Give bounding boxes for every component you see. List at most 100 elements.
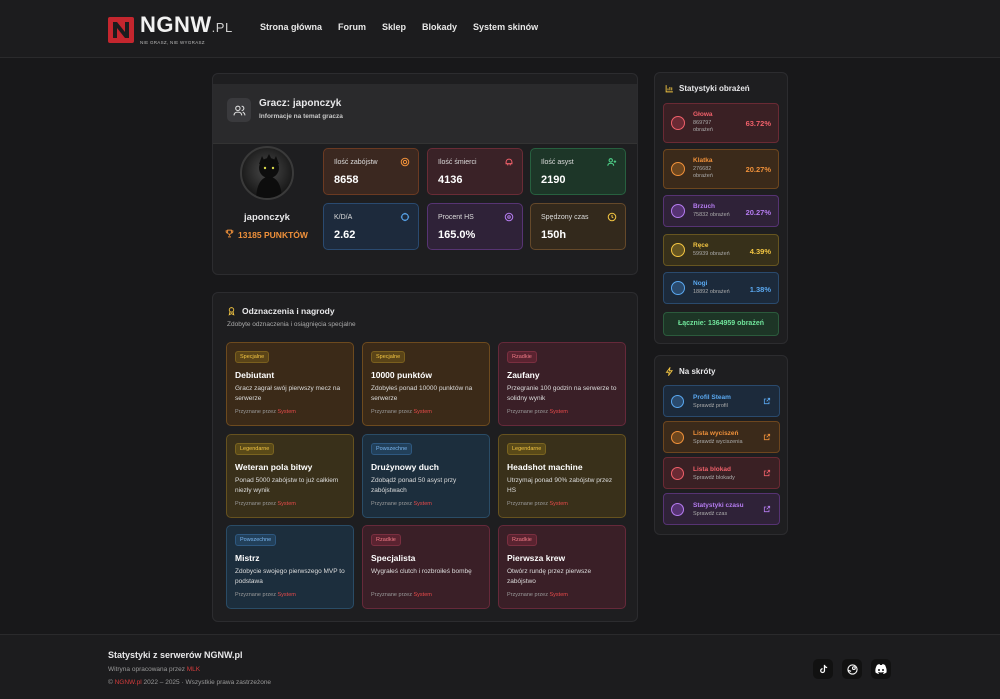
badge-title: Weteran pola bitwy — [235, 462, 313, 472]
shortcut-sub: Sprawdź profil — [693, 403, 728, 409]
stat-time: Spędzony czas 150h — [530, 203, 626, 250]
stat-kills: Ilość zabójstw 8658 — [323, 148, 419, 195]
badge-desc: Wygrałeś clutch i rozbroiłeś bombę — [371, 568, 472, 575]
logo-tagline: NIE GRASZ, NIE WYGRASZ — [140, 40, 205, 45]
stat-label: Ilość zabójstw — [334, 159, 378, 166]
lightning-icon — [665, 367, 674, 376]
badge-desc: Zdobyłeś ponad 10000 punktów na serwerze — [371, 385, 473, 402]
badge-card[interactable]: Powszechne Mistrz Zdobycie swojego pierw… — [226, 525, 354, 609]
badge-title: Specjalista — [371, 553, 416, 563]
badge-card[interactable]: Specjalne 10000 punktów Zdobyłeś ponad 1… — [362, 342, 490, 426]
discord-icon[interactable] — [871, 659, 891, 679]
damage-legs: Nogi 18892 obrażeń 1.38% — [663, 272, 779, 304]
logo-brand: NGNW — [140, 12, 212, 37]
user-plus-icon — [607, 158, 617, 166]
badge-card[interactable]: Rzadkie Pierwsza krew Otwórz rundę przez… — [498, 525, 626, 609]
player-name: japonczyk — [244, 212, 290, 223]
badges-subtitle: Zdobyte odznaczenia i osiągnięcia specja… — [227, 321, 356, 328]
badge-card[interactable]: Legendarne Headshot machine Utrzymaj pon… — [498, 434, 626, 518]
shortcut-mutes[interactable]: Lista wyciszeń Sprawdź wyciszenia — [663, 421, 780, 453]
head-icon — [671, 116, 685, 130]
damage-count: 276682 obrażeń — [693, 166, 713, 179]
damage-name: Głowa — [693, 111, 713, 118]
badge-awarded-by: Przyznane przez System — [235, 592, 296, 598]
nav-home[interactable]: Strona główna — [260, 22, 322, 32]
badge-tag: Rzadkie — [371, 534, 401, 546]
badge-tag: Powszechne — [371, 443, 413, 455]
damage-name: Nogi — [693, 280, 708, 287]
stat-kda: K/D/A 2.62 — [323, 203, 419, 250]
badge-card[interactable]: Rzadkie Zaufany Przegranie 100 godzin na… — [498, 342, 626, 426]
badges-panel: Odznaczenia i nagrody Zdobyte odznaczeni… — [212, 292, 638, 622]
nav-skins[interactable]: System skinów — [473, 22, 538, 32]
player-title: Gracz: japonczyk — [259, 98, 342, 109]
badge-card[interactable]: Rzadkie Specjalista Wygrałeś clutch i ro… — [362, 525, 490, 609]
steam-icon — [671, 395, 684, 408]
bar-chart-icon — [665, 85, 673, 93]
stat-value: 150h — [541, 229, 567, 241]
badge-awarded-by: Przyznane przez System — [371, 592, 432, 598]
damage-count: 59939 obrażeń — [693, 251, 730, 257]
damage-arms: Ręce 59939 obrażeń 4.39% — [663, 234, 779, 266]
tiktok-icon[interactable] — [813, 659, 833, 679]
damage-name: Brzuch — [693, 203, 716, 210]
badge-desc: Zdobądź ponad 50 asyst przy zabójstwach — [371, 477, 457, 494]
steam-icon[interactable] — [842, 659, 862, 679]
stat-label: K/D/A — [334, 214, 353, 221]
nav-forum[interactable]: Forum — [338, 22, 366, 32]
nav-shop[interactable]: Sklep — [382, 22, 406, 32]
stat-assists: Ilość asyst 2190 — [530, 148, 626, 195]
damage-name: Klatka — [693, 157, 713, 164]
shortcut-time-stats[interactable]: Statystyki czasu Sprawdź czas — [663, 493, 780, 525]
author-link[interactable]: MLK — [187, 666, 200, 673]
player-subtitle: Informacje na temat gracza — [259, 113, 343, 120]
shortcut-title: Lista blokad — [693, 466, 731, 473]
badge-card[interactable]: Powszechne Drużynowy duch Zdobądź ponad … — [362, 434, 490, 518]
legs-icon — [671, 281, 685, 295]
badge-tag: Legendarne — [507, 443, 547, 455]
shortcut-steam-profile[interactable]: Profil Steam Sprawdź profil — [663, 385, 780, 417]
badge-desc: Otwórz rundę przez pierwsze zabójstwo — [507, 568, 592, 585]
users-icon — [227, 98, 251, 122]
logo-suffix: .PL — [211, 20, 233, 35]
badge-card[interactable]: Specjalne Debiutant Gracz zagrał swój pi… — [226, 342, 354, 426]
external-link-icon — [763, 397, 771, 405]
points-value: 13185 PUNKTÓW — [238, 229, 308, 240]
badge-desc: Utrzymaj ponad 90% zabójstw przez HS — [507, 477, 613, 494]
clock-icon — [607, 212, 617, 222]
logo-icon — [108, 16, 134, 43]
shortcut-sub: Sprawdź czas — [693, 511, 728, 517]
badge-tag: Legendarne — [235, 443, 275, 455]
badge-card[interactable]: Legendarne Weteran pola bitwy Ponad 5000… — [226, 434, 354, 518]
badge-desc: Gracz zagrał swój pierwszy mecz na serwe… — [235, 385, 341, 402]
damage-stomach: Brzuch 75832 obrażeń 20.27% — [663, 195, 779, 227]
footer-copyright: © NGNW.pl 2022 – 2025 · Wszystkie prawa … — [108, 679, 272, 686]
stat-value: 4136 — [438, 174, 463, 186]
damage-title: Statystyki obrażeń — [665, 84, 750, 93]
damage-count: 869797 obrażeń — [693, 120, 713, 133]
badge-desc: Ponad 5000 zabójstw to już całkiem niezł… — [235, 477, 339, 494]
site-header: NGNW.PL NIE GRASZ, NIE WYGRASZ Strona gł… — [0, 0, 1000, 58]
site-logo[interactable]: NGNW.PL NIE GRASZ, NIE WYGRASZ — [108, 14, 233, 45]
badge-awarded-by: Przyznane przez System — [235, 501, 296, 507]
crosshair-icon — [400, 157, 410, 167]
badges-title: Odznaczenia i nagrody — [227, 306, 335, 316]
stat-hs: Procent HS 165.0% — [427, 203, 523, 250]
stat-deaths: Ilość śmierci 4136 — [427, 148, 523, 195]
shortcut-sub: Sprawdź blokady — [693, 475, 735, 481]
stomach-icon — [671, 204, 685, 218]
external-link-icon — [763, 505, 771, 513]
main-nav: Strona główna Forum Sklep Blokady System… — [260, 22, 538, 32]
external-link-icon — [763, 433, 771, 441]
shortcuts-panel: Na skróty Profil Steam Sprawdź profil Li… — [654, 355, 788, 535]
shortcut-title: Lista wyciszeń — [693, 430, 739, 437]
shortcut-bans[interactable]: Lista blokad Sprawdź blokady — [663, 457, 780, 489]
damage-percent: 20.27% — [745, 208, 771, 217]
badge-awarded-by: Przyznane przez System — [507, 409, 568, 415]
stat-value: 8658 — [334, 174, 359, 186]
damage-total: Łącznie: 1364959 obrażeń — [663, 312, 779, 336]
site-link[interactable]: NGNW.pl — [115, 679, 142, 686]
external-link-icon — [763, 469, 771, 477]
nav-bans[interactable]: Blokady — [422, 22, 457, 32]
site-footer: Statystyki z serwerów NGNW.pl Witryna op… — [0, 634, 1000, 699]
